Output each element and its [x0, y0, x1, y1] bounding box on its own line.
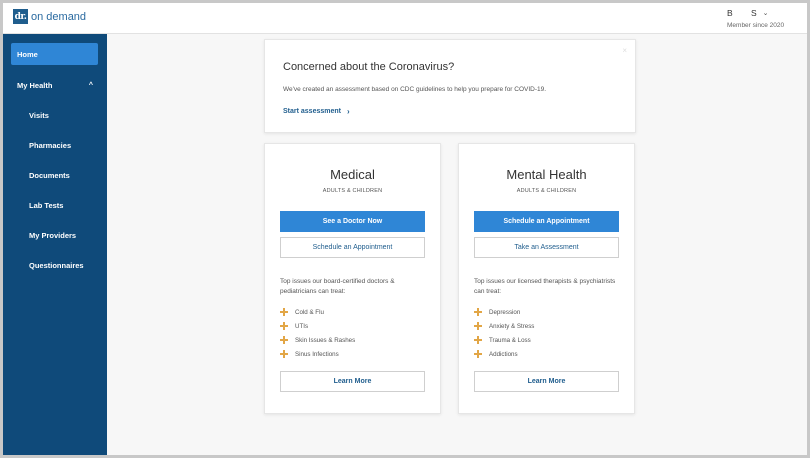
start-assessment-link[interactable]: Start assessment › [283, 107, 350, 116]
plus-icon [474, 350, 482, 358]
issue-label: UTIs [295, 322, 309, 330]
medical-schedule-appointment-button[interactable]: Schedule an Appointment [280, 237, 425, 258]
banner-title: Concerned about the Coronavirus? [283, 61, 455, 73]
sidebar-item-my-health[interactable]: My Health ^ [17, 74, 97, 96]
list-item: Sinus Infections [280, 347, 355, 361]
sidebar-item-questionnaires[interactable]: Questionnaires [29, 254, 99, 276]
medical-issues-list: Cold & Flu UTIs Skin Issues & Rashes Sin… [280, 305, 355, 361]
list-item: Addictions [474, 347, 534, 361]
medical-title: Medical [330, 167, 375, 182]
top-bar: dr. on demand B S ⌄ Member since 2020 [3, 3, 807, 34]
mental-schedule-appointment-button[interactable]: Schedule an Appointment [474, 211, 619, 232]
issue-label: Depression [489, 308, 521, 316]
banner-body: We've created an assessment based on CDC… [283, 86, 547, 93]
mental-health-title: Mental Health [506, 167, 587, 182]
plus-icon [280, 336, 288, 344]
medical-subtitle: ADULTS & CHILDREN [322, 188, 383, 194]
issue-label: Trauma & Loss [489, 336, 531, 344]
issue-label: Sinus Infections [295, 350, 339, 358]
sidebar-item-pharmacies[interactable]: Pharmacies [29, 134, 99, 156]
plus-icon [474, 336, 482, 344]
plus-icon [280, 322, 288, 330]
mental-health-description: Top issues our licensed therapists & psy… [474, 278, 616, 295]
list-item: Trauma & Loss [474, 333, 534, 347]
plus-icon [474, 308, 482, 316]
list-item: Anxiety & Stress [474, 319, 534, 333]
start-assessment-label: Start assessment [283, 108, 341, 115]
logo-text: on demand [31, 10, 87, 23]
sidebar-item-visits[interactable]: Visits [29, 104, 99, 126]
user-menu[interactable]: B S ⌄ Member since 2020 [727, 8, 807, 29]
close-icon[interactable]: × [622, 46, 627, 55]
mental-health-card: Mental Health ADULTS & CHILDREN Schedule… [458, 143, 635, 414]
plus-icon [474, 322, 482, 330]
user-first-initial: B [727, 8, 733, 18]
list-item: Depression [474, 305, 534, 319]
list-item: UTIs [280, 319, 355, 333]
issue-label: Cold & Flu [295, 308, 324, 316]
chevron-down-icon[interactable]: ⌄ [763, 9, 769, 17]
mental-health-subtitle: ADULTS & CHILDREN [516, 188, 577, 194]
list-item: Skin Issues & Rashes [280, 333, 355, 347]
logo[interactable]: dr. on demand [13, 9, 86, 24]
user-last-initial: S [751, 8, 757, 18]
member-since: Member since 2020 [727, 22, 785, 29]
coronavirus-banner: × Concerned about the Coronavirus? We've… [264, 39, 636, 133]
issue-label: Anxiety & Stress [489, 322, 535, 330]
app-window: dr. on demand B S ⌄ Member since 2020 Ho… [0, 0, 810, 458]
mental-learn-more-button[interactable]: Learn More [474, 371, 619, 392]
chevron-right-icon: › [346, 107, 350, 116]
plus-icon [280, 308, 288, 316]
sidebar-item-lab-tests[interactable]: Lab Tests [29, 194, 99, 216]
logo-mark: dr. [13, 9, 28, 24]
take-assessment-button[interactable]: Take an Assessment [474, 237, 619, 258]
sidebar-item-documents[interactable]: Documents [29, 164, 99, 186]
list-item: Cold & Flu [280, 305, 355, 319]
sidebar-item-my-providers[interactable]: My Providers [29, 224, 99, 246]
medical-card: Medical ADULTS & CHILDREN See a Doctor N… [264, 143, 441, 414]
medical-learn-more-button[interactable]: Learn More [280, 371, 425, 392]
mental-health-issues-list: Depression Anxiety & Stress Trauma & Los… [474, 305, 534, 361]
issue-label: Skin Issues & Rashes [295, 336, 356, 344]
sidebar: Home My Health ^ Visits Pharmacies Docum… [3, 34, 107, 455]
sidebar-item-label: My Health [17, 80, 53, 90]
see-doctor-now-button[interactable]: See a Doctor Now [280, 211, 425, 232]
plus-icon [280, 350, 288, 358]
chevron-up-icon[interactable]: ^ [89, 82, 93, 89]
issue-label: Addictions [489, 350, 518, 358]
medical-description: Top issues our board-certified doctors &… [280, 278, 395, 295]
sidebar-item-home[interactable]: Home [11, 43, 98, 65]
